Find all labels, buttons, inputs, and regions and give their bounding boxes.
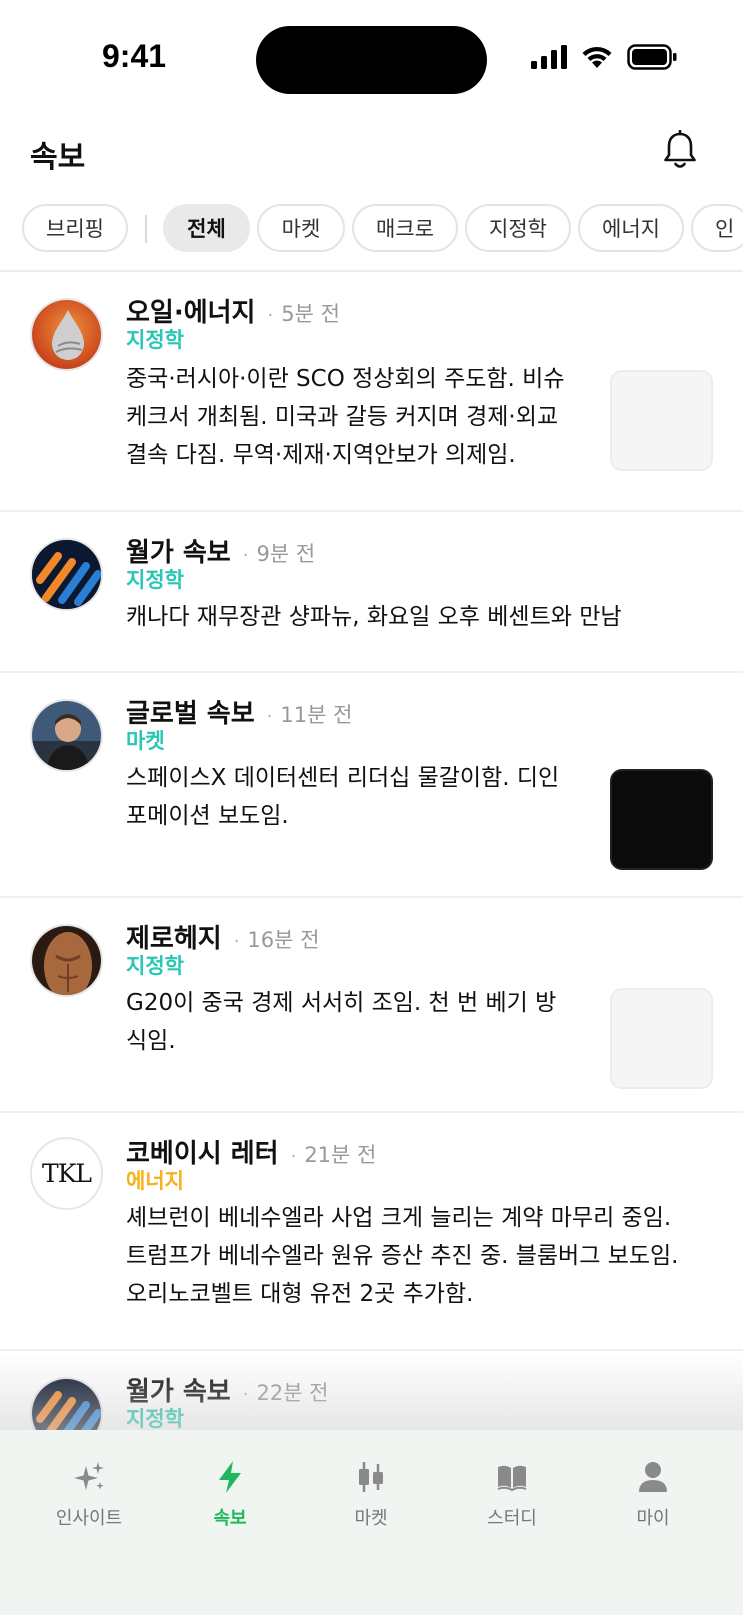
sparkles-icon xyxy=(74,1462,104,1490)
signal-icon xyxy=(531,45,567,69)
tab-label: 마이 xyxy=(636,1508,670,1529)
status-time: 9:41 xyxy=(102,38,167,74)
post-line: 스페이스X 데이터센터 리더십 물갈이함. 디인 xyxy=(126,765,560,791)
news-item[interactable]: 오일·에너지 · 5분 전 지정학 중국·러시아·이란 SCO 정상회의 주도함… xyxy=(0,272,743,512)
post-time: 11분 전 xyxy=(280,703,353,727)
post-body: 캐나다 재무장관 샹파뉴, 화요일 오후 베센트와 만남 xyxy=(126,598,622,636)
category-tag: 마켓 xyxy=(126,729,165,753)
tab-study[interactable]: 스터디 xyxy=(447,1460,577,1540)
news-feed: 오일·에너지 · 5분 전 지정학 중국·러시아·이란 SCO 정상회의 주도함… xyxy=(0,272,743,1432)
post-line: 결속 다짐. 무역·제재·지역안보가 의제임. xyxy=(126,442,516,468)
tab-my[interactable]: 마이 xyxy=(588,1460,718,1540)
chip-energy[interactable]: 에너지 xyxy=(578,204,684,252)
post-body: 스페이스X 데이터센터 리더십 물갈이함. 디인 포메이션 보도임. xyxy=(126,759,559,835)
tab-label: 마켓 xyxy=(354,1508,388,1529)
category-tag: 지정학 xyxy=(126,568,184,592)
candlestick-icon xyxy=(359,1462,383,1492)
avatar-global xyxy=(30,699,103,772)
separator-dot: · xyxy=(266,706,273,727)
post-body: 셰브런이 베네수엘라 사업 크게 늘리는 계약 마무리 중임. 트럼프가 베네수… xyxy=(126,1199,678,1313)
post-body: G20이 중국 경제 서서히 조임. 천 번 베기 방 식임. xyxy=(126,984,556,1060)
avatar-wallstreet xyxy=(30,538,103,611)
tab-breaking-news[interactable]: 속보 xyxy=(165,1460,295,1540)
chip-divider xyxy=(145,215,147,243)
post-line: 오리노코벨트 대형 유전 2곳 추가함. xyxy=(126,1281,474,1307)
news-item[interactable]: 월가 속보 · 9분 전 지정학 캐나다 재무장관 샹파뉴, 화요일 오후 베센… xyxy=(0,512,743,673)
lightning-icon xyxy=(219,1461,241,1493)
news-item[interactable]: TKL 코베이시 레터 · 21분 전 에너지 셰브런이 베네수엘라 사업 크게… xyxy=(0,1113,743,1351)
avatar-zerohedge xyxy=(30,924,103,997)
post-time: 16분 전 xyxy=(247,928,320,952)
post-line: G20이 중국 경제 서서히 조임. 천 번 베기 방 xyxy=(126,990,557,1016)
system-icons xyxy=(531,44,677,70)
chip-geopolitics[interactable]: 지정학 xyxy=(465,204,571,252)
post-time: 9분 전 xyxy=(256,542,316,566)
chip-macro[interactable]: 매크로 xyxy=(352,204,458,252)
header: 속보 xyxy=(0,110,743,198)
post-thumbnail[interactable] xyxy=(610,769,713,870)
battery-icon xyxy=(627,44,677,70)
post-body: 중국·러시아·이란 SCO 정상회의 주도함. 비슈 케크서 개최됨. 미국과 … xyxy=(126,360,565,474)
tab-label: 인사이트 xyxy=(55,1508,123,1529)
separator-dot: · xyxy=(233,931,240,952)
separator-dot: · xyxy=(242,1384,249,1405)
avatar-wallstreet xyxy=(30,1377,103,1432)
post-line: 중국·러시아·이란 SCO 정상회의 주도함. 비슈 xyxy=(126,366,565,392)
tab-label: 스터디 xyxy=(487,1508,537,1529)
wifi-icon xyxy=(582,46,612,68)
post-line: 트럼프가 베네수엘라 원유 증산 추진 중. 블룸버그 보도임. xyxy=(126,1243,679,1269)
category-tag: 지정학 xyxy=(126,328,184,352)
tab-label: 속보 xyxy=(213,1508,247,1529)
post-line: 케크서 개최됨. 미국과 갈등 커지며 경제·외교 xyxy=(126,404,559,430)
book-icon xyxy=(497,1465,527,1492)
news-item[interactable]: 월가 속보 · 22분 전 지정학 xyxy=(0,1351,743,1432)
news-item[interactable]: 제로헤지 · 16분 전 지정학 G20이 중국 경제 서서히 조임. 천 번 … xyxy=(0,898,743,1113)
person-icon xyxy=(639,1462,667,1492)
bottom-tab-bar: 인사이트 속보 마켓 스터디 마이 xyxy=(0,1430,743,1615)
post-time: 22분 전 xyxy=(256,1381,329,1405)
separator-dot: · xyxy=(267,305,274,326)
chip-briefing[interactable]: 브리핑 xyxy=(22,204,128,252)
page-title: 속보 xyxy=(30,140,86,175)
avatar-logo: TKL xyxy=(42,1159,92,1188)
dynamic-island xyxy=(256,26,487,94)
post-line: 캐나다 재무장관 샹파뉴, 화요일 오후 베센트와 만남 xyxy=(126,604,622,630)
category-tag: 에너지 xyxy=(126,1169,184,1193)
chip-market[interactable]: 마켓 xyxy=(257,204,345,252)
separator-dot: · xyxy=(242,545,249,566)
status-bar: 9:41 xyxy=(0,0,743,110)
news-item[interactable]: 글로벌 속보 · 11분 전 마켓 스페이스X 데이터센터 리더십 물갈이함. … xyxy=(0,673,743,898)
avatar-oil-energy xyxy=(30,298,103,371)
avatar-kobeissi: TKL xyxy=(30,1137,103,1210)
post-line: 셰브런이 베네수엘라 사업 크게 늘리는 계약 마무리 중임. xyxy=(126,1205,672,1231)
post-time: 5분 전 xyxy=(281,302,340,326)
post-line: 식임. xyxy=(126,1028,176,1054)
tab-market[interactable]: 마켓 xyxy=(306,1460,436,1540)
filter-chips: 브리핑 전체 마켓 매크로 지정학 에너지 인 xyxy=(0,204,743,256)
tab-insight[interactable]: 인사이트 xyxy=(24,1460,154,1540)
chip-partial[interactable]: 인 xyxy=(691,204,743,252)
post-line: 포메이션 보도임. xyxy=(126,803,289,829)
category-tag: 지정학 xyxy=(126,1407,184,1431)
bell-icon[interactable] xyxy=(662,130,698,170)
post-time: 21분 전 xyxy=(304,1143,377,1167)
post-thumbnail[interactable] xyxy=(610,370,713,471)
post-thumbnail[interactable] xyxy=(610,988,713,1089)
chip-all[interactable]: 전체 xyxy=(163,204,250,252)
category-tag: 지정학 xyxy=(126,954,184,978)
separator-dot: · xyxy=(290,1146,297,1167)
